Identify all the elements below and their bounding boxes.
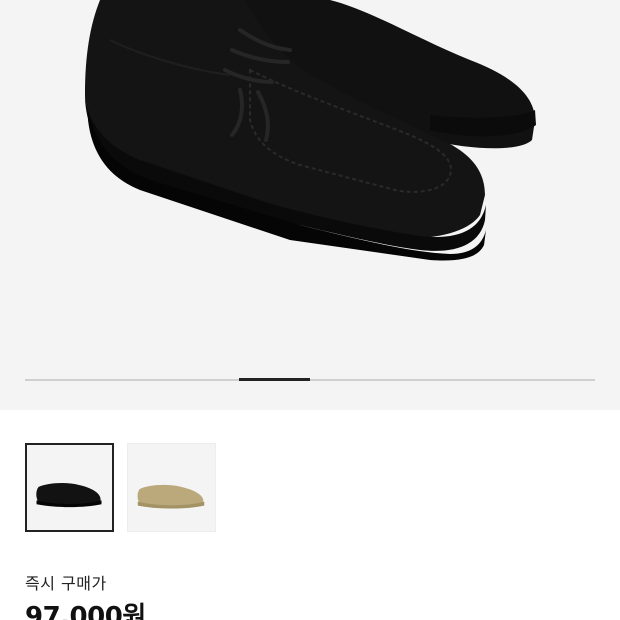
gallery-progress-bar[interactable] bbox=[25, 378, 595, 381]
shoe-image bbox=[85, 0, 536, 261]
instant-purchase-price-label: 즉시 구매가 bbox=[25, 574, 107, 593]
color-thumbnail-list bbox=[25, 443, 216, 532]
thumbnail-beige[interactable] bbox=[127, 443, 216, 532]
black-shoe-thumbnail-image bbox=[36, 483, 102, 508]
beige-shoe-thumbnail-image bbox=[137, 484, 205, 509]
gallery-progress-indicator bbox=[238, 378, 310, 381]
thumbnail-black[interactable] bbox=[25, 443, 114, 532]
instant-purchase-price: 97,000원 bbox=[25, 602, 146, 620]
product-hero-image[interactable] bbox=[0, 0, 620, 410]
